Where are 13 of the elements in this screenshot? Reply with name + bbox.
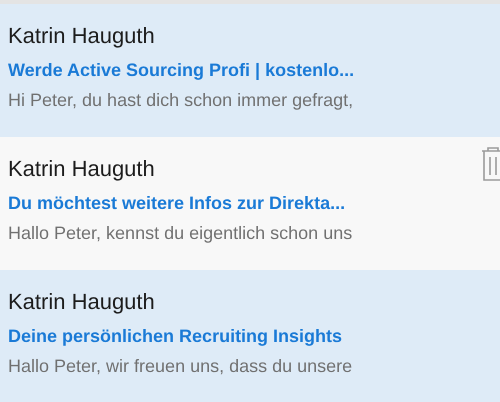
message-subject: Werde Active Sourcing Profi | kostenlo... bbox=[8, 59, 354, 82]
message-preview: Hi Peter, du hast dich schon immer gefragt, bbox=[8, 89, 354, 112]
message-preview: Hallo Peter, wir freuen uns, dass du unsere bbox=[8, 355, 352, 378]
sender-name: Katrin Hauguth bbox=[8, 288, 155, 316]
message-item[interactable]: Katrin Hauguth Werde Active Sourcing Profi | kostenlo... Hi Peter, du hast dich schon immer gefragt, bbox=[0, 4, 500, 137]
message-subject: Deine persönlichen Recruiting Insights bbox=[8, 325, 342, 348]
message-preview: Hallo Peter, kennst du eigentlich schon uns bbox=[8, 222, 352, 245]
trash-icon[interactable] bbox=[480, 145, 500, 183]
sender-name: Katrin Hauguth bbox=[8, 155, 155, 183]
message-subject: Du möchtest weitere Infos zur Direkta... bbox=[8, 192, 346, 215]
sender-name: Katrin Hauguth bbox=[8, 22, 155, 50]
message-item[interactable]: Katrin Hauguth Deine persönlichen Recruiting Insights Hallo Peter, wir freuen uns, dass du unsere bbox=[0, 270, 500, 402]
message-item[interactable]: Katrin Hauguth Du möchtest weitere Infos zur Direkta... Hallo Peter, kennst du eigentlich schon uns bbox=[0, 137, 500, 270]
